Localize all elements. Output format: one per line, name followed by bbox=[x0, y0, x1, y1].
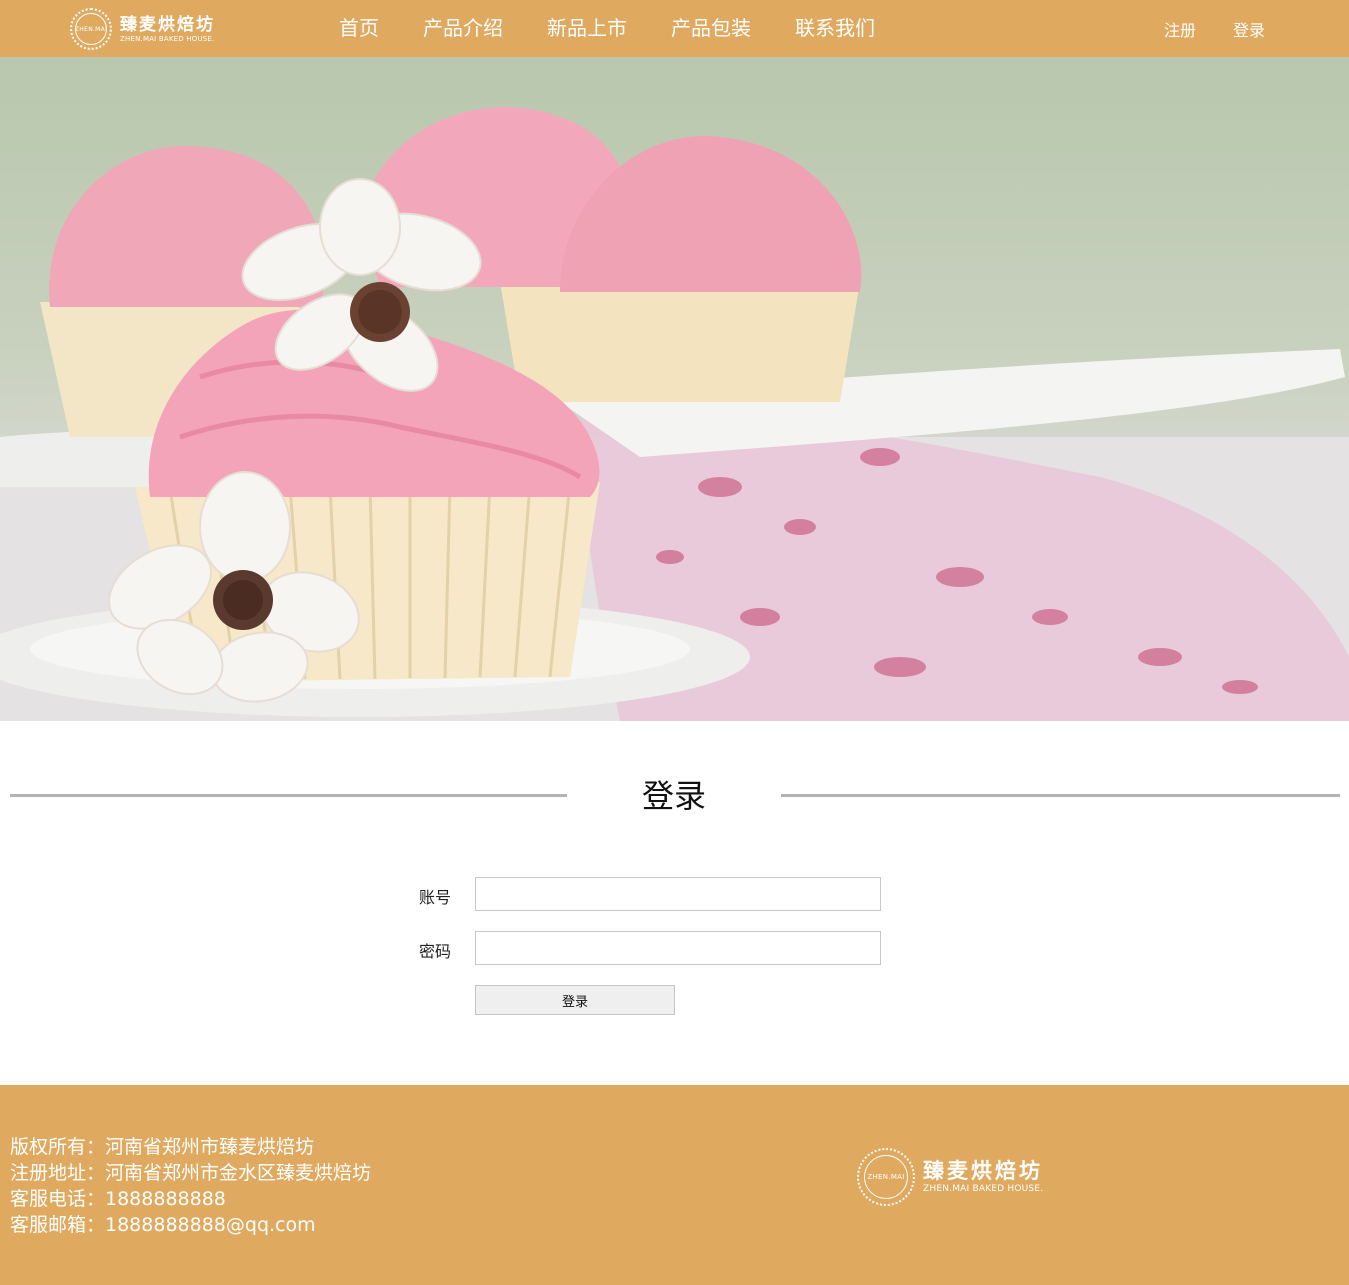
login-section-title: 登录 bbox=[0, 776, 1349, 816]
nav-packaging[interactable]: 产品包装 bbox=[671, 0, 751, 57]
logo-name-en: ZHEN.MAI BAKED HOUSE. bbox=[120, 34, 215, 43]
main-nav: 首页 产品介绍 新品上市 产品包装 联系我们 bbox=[339, 0, 919, 57]
footer-logo-name-en: ZHEN.MAI BAKED HOUSE. bbox=[923, 1184, 1044, 1194]
account-input[interactable] bbox=[475, 877, 881, 911]
account-label: 账号 bbox=[419, 888, 452, 907]
footer-logo-text: 臻麦烘焙坊 ZHEN.MAI BAKED HOUSE. bbox=[923, 1159, 1043, 1195]
footer-address: 注册地址：河南省郑州市金水区臻麦烘焙坊 bbox=[10, 1162, 372, 1184]
login-title: 登录 bbox=[641, 777, 706, 815]
login-submit-button[interactable]: 登录 bbox=[475, 985, 675, 1015]
logo-name-cn: 臻麦烘焙坊 bbox=[120, 14, 215, 35]
footer-logo-name-cn: 臻麦烘焙坊 bbox=[923, 1158, 1043, 1183]
password-row: 密码 bbox=[0, 931, 1349, 965]
footer-info: 版权所有：河南省郑州市臻麦烘焙坊 注册地址：河南省郑州市金水区臻麦烘焙坊 客服电… bbox=[10, 1134, 371, 1238]
register-link[interactable]: 注册 bbox=[1164, 17, 1196, 41]
logo-badge-text: ZHEN.MAI bbox=[75, 13, 107, 45]
logo-text: 臻麦烘焙坊 ZHEN.MAI BAKED HOUSE. bbox=[120, 15, 215, 44]
site-header: ZHEN.MAI 臻麦烘焙坊 ZHEN.MAI BAKED HOUSE. 首页 … bbox=[0, 0, 1349, 57]
footer-email: 客服邮箱：1888888888@qq.com bbox=[10, 1214, 316, 1236]
password-input[interactable] bbox=[475, 931, 881, 965]
footer-logo: ZHEN.MAI 臻麦烘焙坊 ZHEN.MAI BAKED HOUSE. bbox=[857, 1148, 1043, 1206]
logo-badge-icon: ZHEN.MAI bbox=[70, 8, 112, 50]
cupcake-hero-image bbox=[0, 107, 1349, 721]
auth-links: 注册 登录 bbox=[1127, 0, 1265, 57]
hero-banner bbox=[0, 57, 1349, 721]
title-divider-left bbox=[10, 794, 567, 797]
title-divider-right bbox=[781, 794, 1340, 797]
account-row: 账号 bbox=[0, 877, 1349, 911]
nav-products[interactable]: 产品介绍 bbox=[423, 0, 503, 57]
nav-new-arrivals[interactable]: 新品上市 bbox=[547, 0, 627, 57]
password-label: 密码 bbox=[419, 942, 452, 961]
site-footer: 版权所有：河南省郑州市臻麦烘焙坊 注册地址：河南省郑州市金水区臻麦烘焙坊 客服电… bbox=[0, 1085, 1349, 1285]
footer-logo-badge-text: ZHEN.MAI bbox=[864, 1155, 908, 1199]
nav-contact[interactable]: 联系我们 bbox=[795, 0, 875, 57]
footer-copyright: 版权所有：河南省郑州市臻麦烘焙坊 bbox=[10, 1136, 315, 1158]
login-link[interactable]: 登录 bbox=[1233, 17, 1265, 41]
site-logo[interactable]: ZHEN.MAI 臻麦烘焙坊 ZHEN.MAI BAKED HOUSE. bbox=[70, 7, 215, 51]
nav-home[interactable]: 首页 bbox=[339, 0, 379, 57]
footer-phone: 客服电话：1888888888 bbox=[10, 1188, 226, 1210]
footer-logo-badge-icon: ZHEN.MAI bbox=[857, 1148, 915, 1206]
